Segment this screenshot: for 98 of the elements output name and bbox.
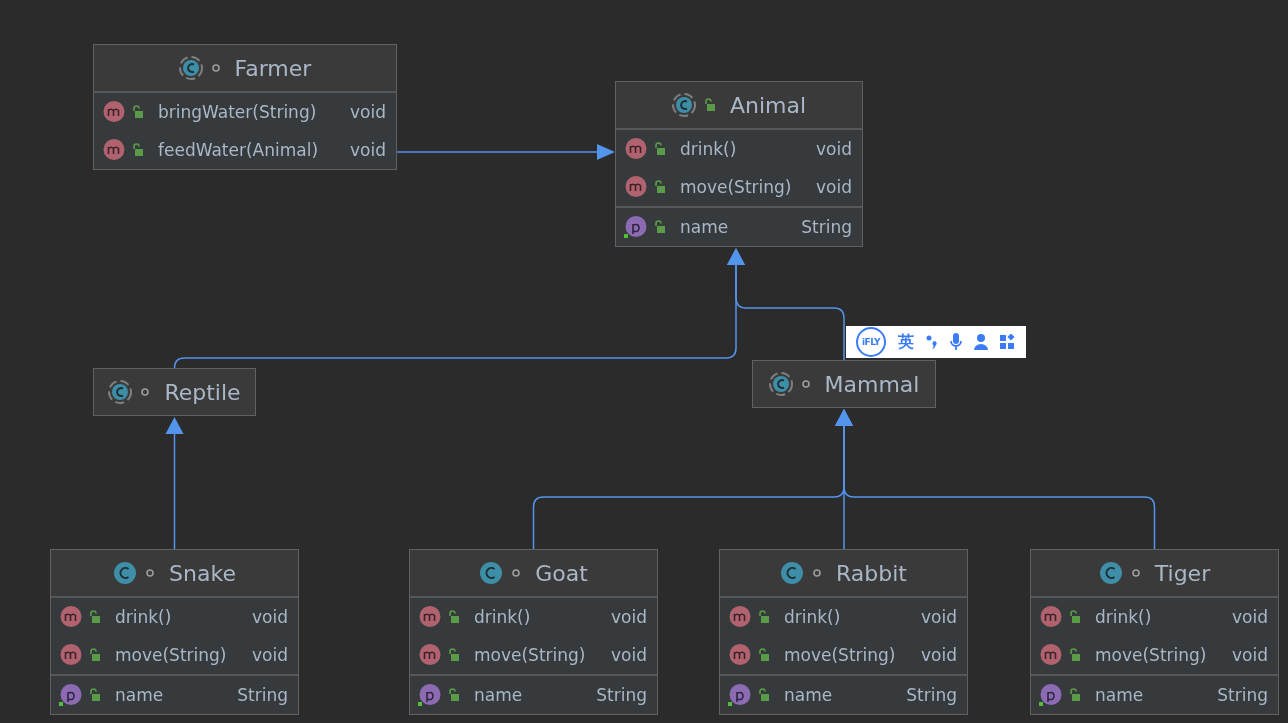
class-name: Rabbit <box>836 560 907 586</box>
class-name: Mammal <box>824 371 920 397</box>
class-name: Snake <box>169 560 236 586</box>
language-mode-toggle[interactable]: 英 <box>898 331 914 353</box>
lock-icon <box>89 688 101 702</box>
class-box[interactable]: Reptile <box>93 368 256 416</box>
method-name: move(String) <box>115 645 227 665</box>
abstract-class-icon <box>671 93 696 117</box>
microphone-icon[interactable] <box>950 333 962 351</box>
class-icon <box>113 561 138 585</box>
field-type: String <box>906 685 957 705</box>
return-type: void <box>611 645 647 665</box>
class-box[interactable]: Goat drink() void move(String) void name String <box>409 549 658 715</box>
method-name: move(String) <box>1095 645 1207 665</box>
field-type: String <box>237 685 288 705</box>
method-name: move(String) <box>784 645 896 665</box>
method-icon <box>102 100 126 124</box>
return-type: void <box>611 607 647 627</box>
class-name: Goat <box>535 560 588 586</box>
field-name: name <box>115 685 164 705</box>
method-icon <box>102 138 126 162</box>
method-name: bringWater(String) <box>158 102 317 122</box>
abstract-class-icon <box>768 372 793 396</box>
method-name: drink() <box>1095 607 1152 627</box>
class-icon <box>1098 561 1123 585</box>
class-box[interactable]: Farmer bringWater(String) void feedWater(Animal) void <box>93 44 397 170</box>
field-name: name <box>474 685 523 705</box>
property-icon <box>59 683 83 707</box>
user-icon[interactable] <box>974 334 988 350</box>
class-icon <box>479 561 504 585</box>
lock-icon <box>1069 610 1081 624</box>
class-name: Farmer <box>234 55 312 81</box>
method-name: move(String) <box>474 645 586 665</box>
property-icon <box>418 683 442 707</box>
return-type: void <box>816 177 852 197</box>
lock-icon <box>654 220 666 234</box>
apps-icon[interactable] <box>1000 334 1016 350</box>
lock-icon <box>654 180 666 194</box>
class-icon <box>780 561 804 585</box>
field-name: name <box>680 217 729 237</box>
return-type: void <box>921 645 957 665</box>
method-icon <box>624 137 648 161</box>
method-name: drink() <box>474 607 531 627</box>
method-icon <box>1039 643 1063 667</box>
lock-icon <box>448 648 460 662</box>
method-name: drink() <box>680 139 737 159</box>
lock-icon <box>758 610 770 624</box>
return-type: void <box>252 645 288 665</box>
field-type: String <box>1217 685 1268 705</box>
class-box[interactable]: Snake drink() void move(String) void name String <box>50 549 299 715</box>
method-icon <box>59 643 83 667</box>
property-icon <box>728 683 752 707</box>
return-type: void <box>350 102 386 122</box>
return-type: void <box>1232 607 1268 627</box>
abstract-class-icon <box>108 380 133 404</box>
class-box[interactable]: Rabbit drink() void move(String) void name String <box>719 549 968 715</box>
method-name: drink() <box>784 607 841 627</box>
lock-icon <box>1069 688 1081 702</box>
lock-icon <box>132 105 144 119</box>
class-box[interactable]: Animal drink() void move(String) void name String <box>615 81 863 247</box>
method-icon <box>1039 605 1063 629</box>
return-type: void <box>816 139 852 159</box>
lock-icon <box>758 688 770 702</box>
lock-icon <box>89 648 101 662</box>
method-icon <box>728 643 752 667</box>
field-type: String <box>801 217 852 237</box>
property-icon <box>1039 683 1063 707</box>
return-type: void <box>921 607 957 627</box>
method-name: move(String) <box>680 177 792 197</box>
field-name: name <box>1095 685 1144 705</box>
lock-icon <box>654 142 666 156</box>
input-method-logo[interactable]: iFLY <box>856 327 886 357</box>
property-icon <box>624 215 648 239</box>
method-icon <box>418 605 442 629</box>
class-box[interactable]: Tiger drink() void move(String) void name String <box>1030 549 1279 715</box>
method-name: drink() <box>115 607 172 627</box>
class-name: Reptile <box>164 379 241 405</box>
return-type: void <box>350 140 386 160</box>
lock-icon <box>89 610 101 624</box>
field-name: name <box>784 685 833 705</box>
punctuation-icon[interactable] <box>926 334 938 350</box>
method-icon <box>624 175 648 199</box>
abstract-class-icon <box>178 56 203 80</box>
method-icon <box>418 643 442 667</box>
class-name: Tiger <box>1154 560 1211 586</box>
return-type: void <box>252 607 288 627</box>
method-icon <box>59 605 83 629</box>
method-name: feedWater(Animal) <box>158 140 319 160</box>
lock-icon <box>758 648 770 662</box>
lock-icon <box>132 143 144 157</box>
class-box[interactable]: Mammal <box>752 360 936 408</box>
method-icon <box>728 605 752 629</box>
lock-icon <box>448 610 460 624</box>
return-type: void <box>1232 645 1268 665</box>
lock-icon <box>1069 648 1081 662</box>
field-type: String <box>596 685 647 705</box>
lock-icon <box>448 688 460 702</box>
class-name: Animal <box>729 92 807 118</box>
